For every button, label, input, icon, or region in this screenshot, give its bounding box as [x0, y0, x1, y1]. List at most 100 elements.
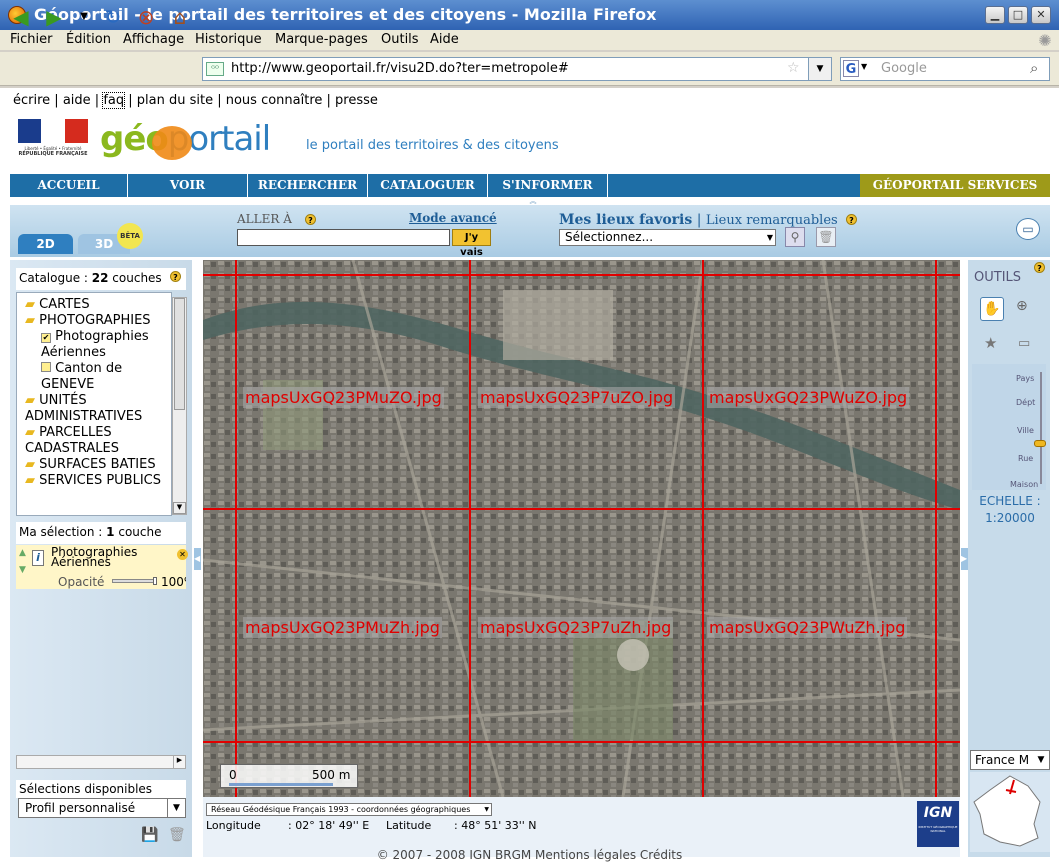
aller-a-input[interactable]	[237, 229, 450, 246]
favoris-select[interactable]: Sélectionnez... ▼	[559, 229, 776, 246]
checkbox-checked-icon[interactable]: ✔	[41, 333, 51, 343]
link-aide[interactable]: aide	[63, 93, 91, 108]
catalog-scrollbar[interactable]: ▼	[172, 297, 187, 515]
catalog-item-cartes[interactable]: ▰ CARTES	[25, 297, 171, 313]
url-input[interactable]: http://www.geoportail.fr/visu2D.do?ter=m…	[202, 57, 832, 81]
forward-arrow-icon[interactable]: ▶	[42, 5, 66, 29]
search-input[interactable]: Google	[840, 57, 1050, 81]
catalog-item-surfaces-baties[interactable]: ▰ SURFACES BATIES	[25, 457, 171, 473]
save-icon[interactable]: 💾	[141, 827, 158, 843]
mes-lieux-favoris-link[interactable]: Mes lieux favoris	[559, 212, 692, 228]
history-dropdown-icon[interactable]: ▼	[72, 5, 96, 29]
catalog-item-label: Canton de GENEVE	[41, 361, 123, 392]
locate-pin-icon[interactable]: ⚲	[785, 227, 805, 247]
zoom-track[interactable]	[1040, 372, 1042, 484]
catalog-item-photographies[interactable]: ▰ PHOTOGRAPHIES	[25, 313, 171, 329]
zoom-maison[interactable]: Maison	[1010, 480, 1038, 489]
link-faq[interactable]: faq	[102, 92, 126, 109]
zoom-rue[interactable]: Rue	[1018, 454, 1033, 463]
catalog-item-canton-geneve[interactable]: Canton de GENEVE	[25, 361, 171, 393]
zoom-box-icon[interactable]: ⊕	[1016, 298, 1028, 314]
mode-avance-link[interactable]: Mode avancé	[409, 211, 497, 225]
url-dropdown-button[interactable]: ▼	[808, 57, 832, 81]
region-select[interactable]: France M ▼	[970, 750, 1050, 770]
fullscreen-icon[interactable]: ▭	[1016, 218, 1040, 240]
info-icon[interactable]: i	[32, 550, 44, 566]
nav-rechercher[interactable]: RECHERCHER	[248, 174, 368, 197]
catalog-header: Catalogue : 22 couches	[16, 268, 186, 290]
aller-a-label: ALLER À	[237, 212, 292, 226]
nav-voir[interactable]: VOIR	[128, 174, 248, 197]
aller-help-icon[interactable]: ?	[305, 214, 316, 225]
google-engine-icon[interactable]: G	[843, 60, 859, 77]
remove-layer-icon[interactable]: ✕	[177, 549, 188, 560]
bookmark-star-icon[interactable]: ☆	[787, 60, 800, 76]
delete-icon[interactable]: 🗑	[168, 827, 186, 843]
ign-logo[interactable]: IGN INSTITUT GÉOGRAPHIQUE NATIONAL	[917, 801, 959, 847]
engine-dropdown-icon[interactable]: ▼	[861, 62, 867, 71]
tile-label: mapsUxGQ23PMuZO.jpg	[243, 387, 444, 408]
home-icon[interactable]: ⌂	[168, 5, 192, 29]
catalog-item-unites-administratives[interactable]: ▰ UNITÉS ADMINISTRATIVES	[25, 393, 171, 425]
menu-affichage[interactable]: Affichage	[123, 30, 184, 50]
link-plan-du-site[interactable]: plan du site	[137, 93, 213, 108]
stop-icon[interactable]: ⊗	[134, 5, 158, 29]
nav-cataloguer[interactable]: CATALOGUER	[368, 174, 488, 197]
favorite-star-icon[interactable]: ★	[984, 334, 997, 352]
menu-outils[interactable]: Outils	[381, 30, 419, 50]
zoom-ville[interactable]: Ville	[1017, 426, 1034, 435]
menu-fichier[interactable]: Fichier	[10, 30, 53, 50]
link-ecrire[interactable]: écrire	[13, 93, 50, 108]
catalog-item-services-publics[interactable]: ▰ SERVICES PUBLICS	[25, 473, 171, 489]
favoris-help-icon[interactable]: ?	[846, 214, 857, 225]
catalog-item-label: PHOTOGRAPHIES	[39, 313, 151, 328]
trash-icon[interactable]: 🗑	[816, 227, 836, 247]
menu-edition[interactable]: Édition	[66, 30, 111, 50]
search-magnifier-icon[interactable]: ⌕	[1030, 59, 1038, 77]
catalog-item-parcelles-cadastrales[interactable]: ▰ PARCELLES CADASTRALES	[25, 425, 171, 457]
projection-select[interactable]: Réseau Géodésique Français 1993 - coordo…	[206, 803, 492, 816]
reload-icon[interactable]: ↻	[101, 5, 125, 29]
zoom-pays[interactable]: Pays	[1016, 374, 1034, 383]
menu-historique[interactable]: Historique	[195, 30, 262, 50]
horizontal-scrollbar[interactable]: ▶	[16, 755, 186, 769]
maximize-button[interactable]: □	[1008, 6, 1028, 24]
profil-select[interactable]: Profil personnalisé ▼	[18, 798, 186, 818]
top-links: écrire | aide | faq | plan du site | nou…	[13, 92, 378, 109]
catalog-help-icon[interactable]: ?	[170, 271, 181, 282]
map-view[interactable]: mapsUxGQ23PMuZO.jpg mapsUxGQ23P7uZO.jpg …	[203, 260, 960, 797]
collapse-right-panel-icon[interactable]: ▶	[961, 548, 968, 570]
menu-marque-pages[interactable]: Marque-pages	[275, 30, 368, 50]
close-window-button[interactable]: ✕	[1031, 6, 1051, 24]
overview-map[interactable]	[970, 772, 1050, 852]
tab-2d[interactable]: 2D	[18, 234, 73, 254]
logo-tagline: le portail des territoires & des citoyen…	[306, 138, 559, 153]
checkbox-unchecked-icon[interactable]	[41, 362, 51, 372]
move-up-icon[interactable]: ▲	[19, 548, 26, 558]
minimize-button[interactable]: ▁	[985, 6, 1005, 24]
menu-aide[interactable]: Aide	[430, 30, 459, 50]
back-arrow-icon[interactable]: ◀	[9, 5, 33, 29]
catalog-item-label: CARTES	[39, 297, 90, 312]
link-presse[interactable]: presse	[335, 93, 378, 108]
zoom-dept[interactable]: Dépt	[1016, 398, 1035, 407]
nav-sinformer[interactable]: S'INFORMER	[488, 174, 608, 197]
move-down-icon[interactable]: ▼	[19, 565, 26, 575]
beta-badge: BÊTA	[117, 223, 143, 249]
ign-logo-subtitle: INSTITUT GÉOGRAPHIQUE NATIONAL	[918, 825, 958, 833]
jy-vais-button[interactable]: J'y vais	[452, 229, 491, 258]
link-nous-connaitre[interactable]: nous connaître	[226, 93, 323, 108]
zoom-slider-handle[interactable]	[1034, 440, 1046, 447]
selection-layer-item[interactable]: ▲ ▼ i Photographies Aériennes ✕ Opacité …	[16, 545, 188, 589]
opacity-slider[interactable]	[112, 577, 157, 585]
catalog-unit: couches	[112, 271, 162, 285]
lieux-remarquables-link[interactable]: Lieux remarquables	[706, 213, 838, 228]
collapse-header-icon[interactable]: ︽	[521, 198, 545, 205]
nav-accueil[interactable]: ACCUEIL	[10, 174, 128, 197]
geoportail-services-button[interactable]: GÉOPORTAIL SERVICES	[860, 174, 1050, 197]
folder-tool-icon[interactable]: ▭	[1018, 336, 1030, 351]
pan-hand-icon[interactable]: ✋	[980, 297, 1004, 321]
tools-help-icon[interactable]: ?	[1034, 262, 1045, 273]
collapse-left-panel-icon[interactable]: ◀	[194, 548, 201, 570]
catalog-item-photographies-aeriennes[interactable]: ✔ Photographies Aériennes	[25, 329, 171, 361]
